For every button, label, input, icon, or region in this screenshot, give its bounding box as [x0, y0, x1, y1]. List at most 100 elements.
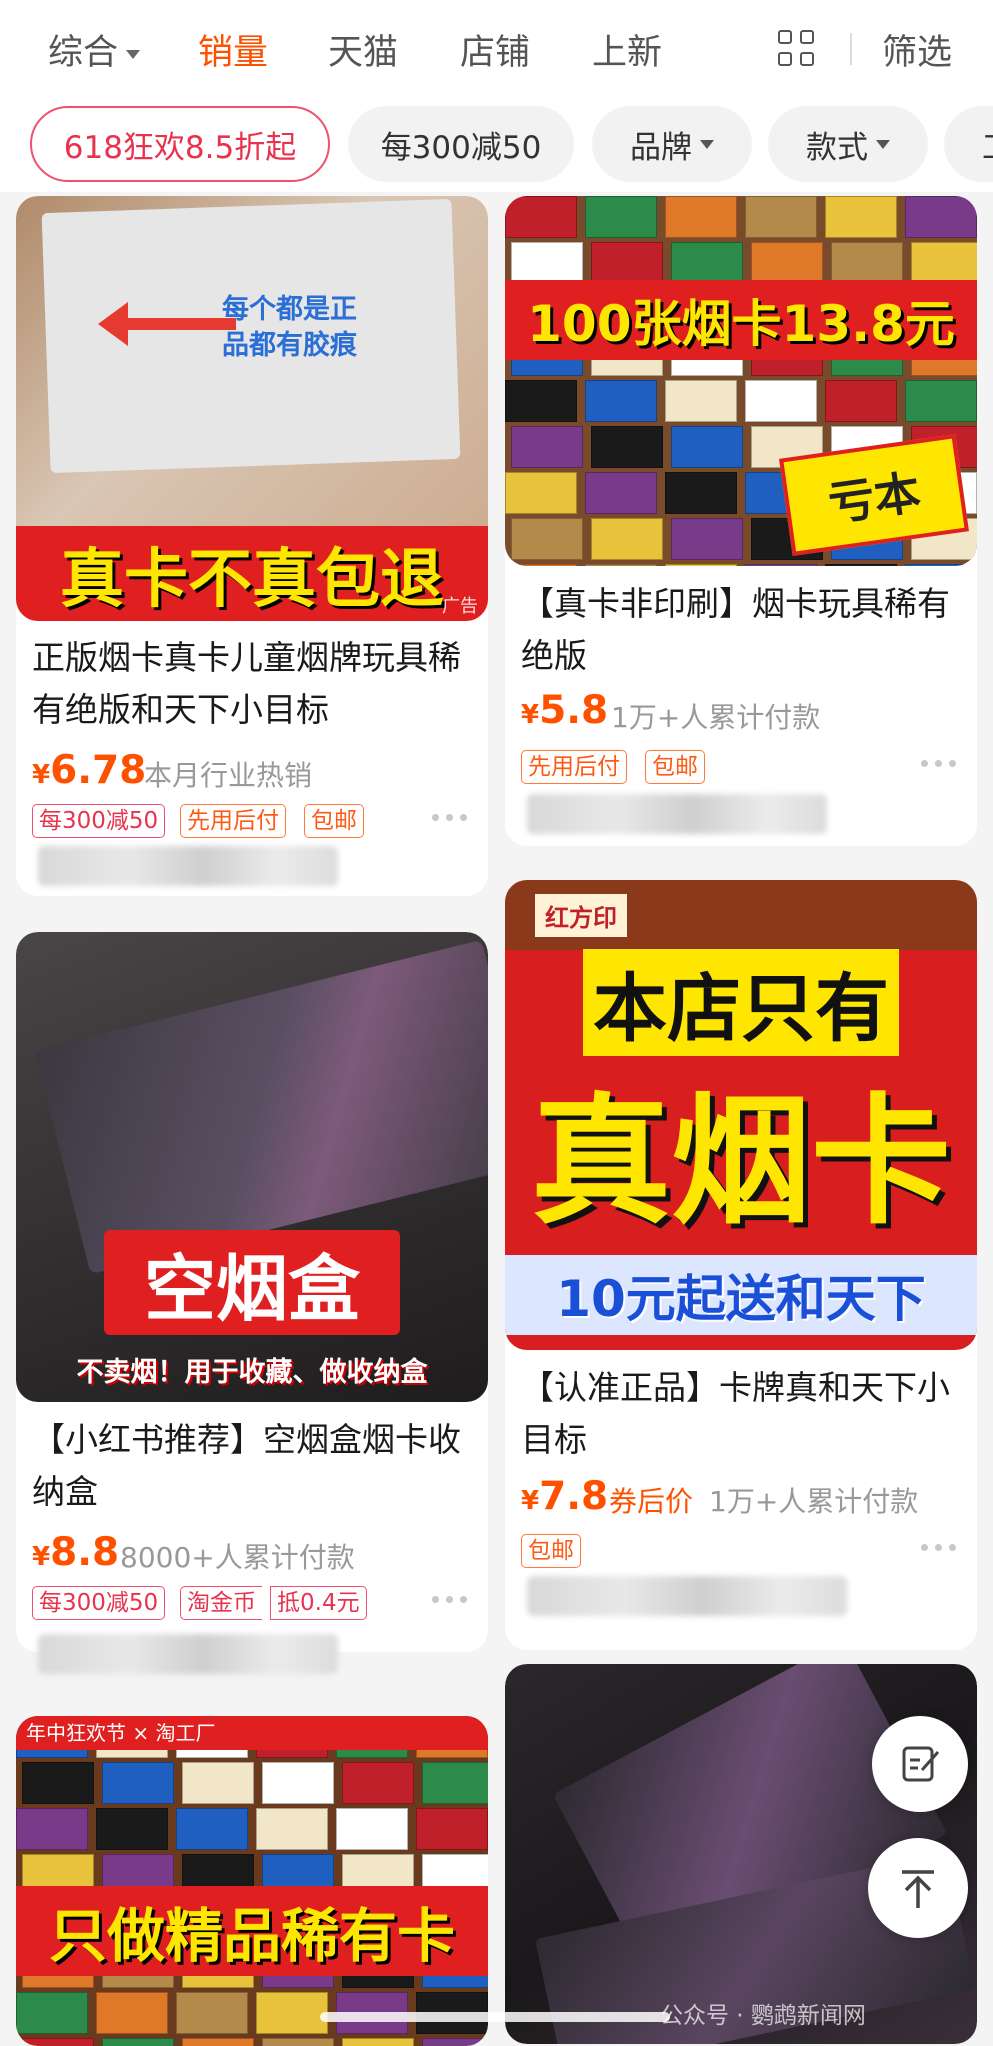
pill-style[interactable]: 款式 — [768, 106, 928, 182]
sales-note: 8000+人累计付款 — [120, 1541, 355, 1574]
product-title[interactable]: 【认准正品】卡牌真和天下小目标 — [521, 1362, 965, 1466]
product-card[interactable]: 空烟盒 不卖烟！用于收藏、做收纳盒 【小红书推荐】空烟盒烟卡收纳盒 ¥8.8 8… — [16, 932, 488, 1652]
banner-text: 空烟盒 — [103, 1229, 400, 1335]
service-tag: 先用后付 — [180, 804, 286, 838]
price-value: 7.8 — [539, 1474, 609, 1519]
card-tile — [342, 1762, 414, 1804]
image-banner: 100张烟卡13.8元 — [505, 280, 977, 360]
sort-tab-label: 店铺 — [460, 33, 531, 73]
banner-text: 真卡不真包退 — [60, 542, 444, 617]
card-tile — [102, 1762, 174, 1804]
card-tile — [505, 196, 577, 238]
product-image[interactable]: 100张烟卡13.8元 亏本 — [505, 196, 977, 566]
product-image[interactable]: 年中狂欢节 × 淘工厂 只做精品稀有卡 — [16, 1716, 488, 2046]
promo-strip: 年中狂欢节 × 淘工厂 — [16, 1716, 488, 1750]
footer-text: 10元起送和天下 — [556, 1270, 926, 1328]
card-tile — [671, 242, 743, 284]
card-tile — [256, 1992, 328, 2034]
card-tile — [591, 242, 663, 284]
image-banner: 只做精品稀有卡 — [16, 1886, 488, 1976]
card-tile — [182, 1762, 254, 1804]
product-card[interactable]: 年中狂欢节 × 淘工厂 只做精品稀有卡 — [16, 1716, 488, 2046]
pill-618-promo[interactable]: 618狂欢8.5折起 — [30, 106, 330, 182]
back-to-top-button[interactable] — [868, 1838, 968, 1938]
pill-discount[interactable]: 每300减50 — [348, 106, 574, 182]
image-caption-line: 每个都是正 — [222, 294, 357, 325]
sort-tab-comprehensive[interactable]: 综合 — [48, 24, 141, 75]
product-price: ¥5.8 — [521, 688, 608, 733]
product-image[interactable]: 红方印 本店只有 真烟卡 10元起送和天下 — [505, 880, 977, 1350]
card-tile — [256, 1808, 328, 1850]
sort-tab-tmall[interactable]: 天猫 — [328, 24, 398, 75]
feedback-button[interactable] — [872, 1716, 968, 1812]
card-tile — [16, 1992, 88, 2034]
card-tile — [422, 1762, 488, 1804]
card-tile — [336, 1808, 408, 1850]
currency-symbol: ¥ — [521, 1486, 540, 1516]
card-tile — [182, 2038, 254, 2046]
blurred-shop-info — [38, 1634, 338, 1674]
card-tile — [102, 2038, 174, 2046]
product-title[interactable]: 【小红书推荐】空烟盒烟卡收纳盒 — [32, 1414, 476, 1518]
card-tile — [825, 380, 897, 422]
more-dots-icon[interactable] — [921, 758, 959, 768]
product-card[interactable]: 100张烟卡13.8元 亏本 【真卡非印刷】烟卡玩具稀有绝版 ¥5.8 1万+人… — [505, 196, 977, 846]
card-tile — [96, 1808, 168, 1850]
card-tile — [745, 380, 817, 422]
sort-tab-shop[interactable]: 店铺 — [460, 24, 530, 75]
price-value: 6.78 — [50, 748, 147, 793]
card-tile — [591, 426, 663, 468]
cigarette-card-grid — [16, 1716, 488, 2046]
home-indicator — [320, 2012, 670, 2022]
card-tile — [505, 564, 577, 566]
more-dots-icon[interactable] — [921, 1542, 959, 1552]
service-tag: 先用后付 — [521, 750, 627, 784]
more-dots-icon[interactable] — [432, 1594, 470, 1604]
pill-more[interactable]: 工 — [944, 106, 993, 182]
card-tile — [176, 1808, 248, 1850]
caret-down-icon — [700, 139, 714, 149]
product-price: ¥7.8 — [521, 1474, 608, 1519]
edit-icon — [902, 1746, 940, 1782]
divider — [850, 33, 852, 65]
product-title[interactable]: 【真卡非印刷】烟卡玩具稀有绝版 — [521, 578, 965, 682]
product-title[interactable]: 正版烟卡真卡儿童烟牌玩具稀有绝版和天下小目标 — [32, 632, 476, 736]
filter-button[interactable]: 筛选 — [882, 24, 952, 75]
product-card[interactable]: 红方印 本店只有 真烟卡 10元起送和天下 【认准正品】卡牌真和天下小目标 ¥7… — [505, 880, 977, 1650]
sort-tab-label: 天猫 — [328, 33, 399, 73]
shipping-tag: 包邮 — [521, 1534, 581, 1568]
card-tile — [342, 2038, 414, 2046]
product-price: ¥8.8 — [32, 1530, 119, 1575]
promo-tag: 每300减50 — [32, 1586, 166, 1620]
banner-text: 只做精品稀有卡 — [48, 1902, 455, 1970]
arrow-left-icon — [98, 302, 128, 346]
card-tile — [585, 196, 657, 238]
more-dots-icon[interactable] — [432, 812, 470, 822]
shipping-tag: 包邮 — [304, 804, 364, 838]
product-card[interactable]: 每个都是正 品都有胶痕 真卡不真包退 广告 正版烟卡真卡儿童烟牌玩具稀有绝版和天… — [16, 196, 488, 896]
sort-tab-label: 销量 — [198, 33, 269, 73]
arrow-up-icon — [902, 1870, 934, 1908]
product-image[interactable]: 每个都是正 品都有胶痕 真卡不真包退 广告 — [16, 196, 488, 621]
card-tile — [671, 518, 743, 560]
sort-bar: 综合 销量 天猫 店铺 上新 筛选 — [0, 0, 993, 98]
coin-tag: 淘金币 — [180, 1586, 262, 1620]
sort-tab-new[interactable]: 上新 — [592, 24, 662, 75]
card-tile — [511, 426, 583, 468]
watermark: 公众号 · 鹦鹉新闻网 — [660, 2003, 866, 2029]
banner-text: 本店只有 — [583, 948, 899, 1056]
sort-tab-sales[interactable]: 销量 — [198, 24, 268, 75]
card-tile — [825, 196, 897, 238]
card-tile — [505, 472, 577, 514]
pill-brand[interactable]: 品牌 — [592, 106, 752, 182]
product-image[interactable]: 空烟盒 不卖烟！用于收藏、做收纳盒 — [16, 932, 488, 1402]
image-banner: 空烟盒 — [16, 1222, 488, 1342]
price-value: 8.8 — [50, 1530, 120, 1575]
subtitle-text: 不卖烟！用于收藏、做收纳盒 — [76, 1356, 428, 1388]
sort-tab-label: 上新 — [592, 33, 663, 73]
grid-view-icon[interactable] — [778, 30, 816, 68]
shipping-tag: 包邮 — [645, 750, 705, 784]
card-tile — [911, 242, 977, 284]
pill-label: 品牌 — [630, 129, 692, 166]
currency-symbol: ¥ — [32, 760, 51, 790]
